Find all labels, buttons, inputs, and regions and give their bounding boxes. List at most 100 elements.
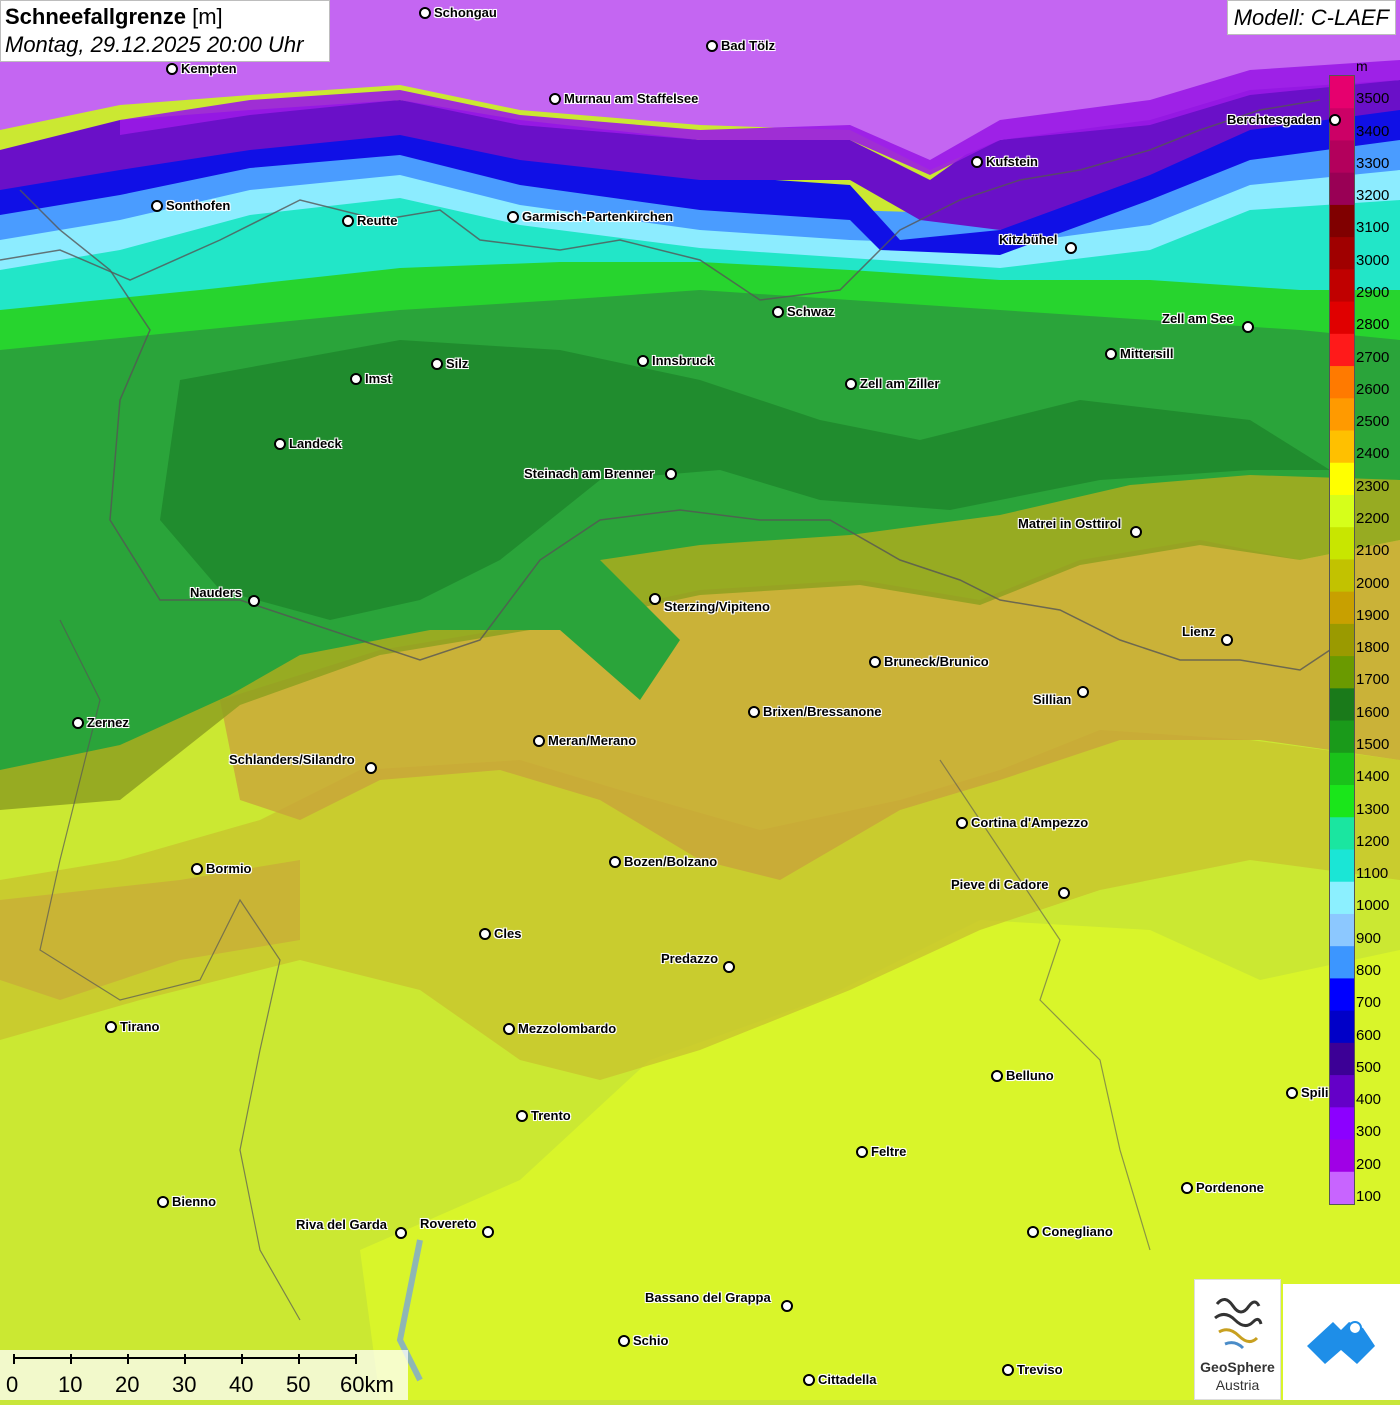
city-label: Predazzo <box>661 951 719 966</box>
legend-swatch-600 <box>1330 1010 1354 1044</box>
city-dot-icon <box>856 1146 868 1158</box>
map-datetime: Montag, 29.12.2025 20:00 Uhr <box>5 32 304 57</box>
city-label: Brixen/Bressanone <box>763 704 882 719</box>
legend-label-600: 600 <box>1356 1026 1382 1044</box>
legend-label-3100: 3100 <box>1356 219 1390 237</box>
scale-label-0: 0 <box>6 1372 19 1397</box>
city-dot-icon <box>845 378 857 390</box>
city-label: Silz <box>446 356 469 371</box>
legend-label-2800: 2800 <box>1356 316 1390 334</box>
legend-label-200: 200 <box>1356 1155 1382 1173</box>
scale-label-40: 40 <box>229 1372 254 1397</box>
city-label: Bassano del Grappa <box>645 1290 771 1305</box>
city-label: Mittersill <box>1120 346 1174 361</box>
legend-label-2700: 2700 <box>1356 348 1390 366</box>
legend-label-1900: 1900 <box>1356 606 1390 624</box>
legend-label-1000: 1000 <box>1356 897 1390 915</box>
city-label: Kempten <box>181 61 237 76</box>
city-label: Schongau <box>434 5 497 20</box>
city-dot-icon <box>1181 1182 1193 1194</box>
city-dot-icon <box>419 7 431 19</box>
legend-swatch-300 <box>1330 1107 1354 1141</box>
city-label: Cittadella <box>818 1372 877 1387</box>
legend-swatch-2000 <box>1330 559 1354 593</box>
city-label: Bienno <box>172 1194 217 1209</box>
city-label: Treviso <box>1017 1362 1063 1377</box>
city-dot-icon <box>1077 686 1089 698</box>
city-dot-icon <box>365 762 377 774</box>
city-label: Kufstein <box>986 154 1038 169</box>
city-label: Nauders <box>190 585 243 600</box>
city-dot-icon <box>166 63 178 75</box>
city-label: Bad Tölz <box>721 38 776 53</box>
geosphere-logo[interactable]: GeoSphere Austria <box>1194 1279 1281 1400</box>
city-dot-icon <box>1221 634 1233 646</box>
app-logo[interactable] <box>1283 1284 1400 1400</box>
legend-swatch-100 <box>1330 1171 1354 1204</box>
city-dot-icon <box>151 200 163 212</box>
legend-label-500: 500 <box>1356 1058 1382 1076</box>
city-label: Schlanders/Silandro <box>229 752 355 767</box>
scale-label-60km: 60km <box>340 1372 394 1397</box>
city-label: Pieve di Cadore <box>951 877 1049 892</box>
city-dot-icon <box>1105 348 1117 360</box>
city-label: Mezzolombardo <box>518 1021 617 1036</box>
legend-swatch-400 <box>1330 1075 1354 1108</box>
legend-swatch-1700 <box>1330 656 1354 689</box>
city-dot-icon <box>482 1226 494 1238</box>
legend-label-1200: 1200 <box>1356 832 1390 850</box>
legend-swatch-2200 <box>1330 494 1354 528</box>
legend-label-1300: 1300 <box>1356 800 1390 818</box>
legend-swatch-1600 <box>1330 688 1354 722</box>
legend-label-800: 800 <box>1356 961 1382 979</box>
title-box: Schneefallgrenze [m] Montag, 29.12.2025 … <box>0 0 330 62</box>
city-label: Zell am Ziller <box>860 376 940 391</box>
city-dot-icon <box>1065 242 1077 254</box>
city-dot-icon <box>431 358 443 370</box>
city-dot-icon <box>1242 321 1254 333</box>
city-dot-icon <box>395 1227 407 1239</box>
city-dot-icon <box>1329 114 1341 126</box>
legend-swatch-2500 <box>1330 398 1354 432</box>
city-label: Garmisch-Partenkirchen <box>522 209 674 224</box>
legend-swatch-1400 <box>1330 752 1354 786</box>
city-dot-icon <box>649 593 661 605</box>
city-dot-icon <box>1286 1087 1298 1099</box>
legend-label-300: 300 <box>1356 1123 1382 1141</box>
city-dot-icon <box>956 817 968 829</box>
city-dot-icon <box>618 1335 630 1347</box>
city-label: Sterzing/Vipiteno <box>664 599 770 614</box>
city-dot-icon <box>1058 887 1070 899</box>
legend-label-1800: 1800 <box>1356 639 1390 657</box>
geosphere-emblem-icon <box>1214 1298 1263 1350</box>
city-dot-icon <box>549 93 561 105</box>
city-label: Sonthofen <box>166 198 231 213</box>
city-label: Zernez <box>87 715 129 730</box>
city-dot-icon <box>533 735 545 747</box>
legend-swatch-3100 <box>1330 204 1354 238</box>
city-dot-icon <box>105 1021 117 1033</box>
geosphere-logo-line1: GeoSphere <box>1200 1359 1275 1375</box>
city-label: Belluno <box>1006 1068 1054 1083</box>
legend-swatch-800 <box>1330 946 1354 979</box>
legend-swatch-3000 <box>1330 237 1354 270</box>
legend-swatch-1100 <box>1330 849 1354 883</box>
city-dot-icon <box>1002 1364 1014 1376</box>
city-label: Cles <box>494 926 522 941</box>
city-dot-icon <box>609 856 621 868</box>
city-label: Murnau am Staffelsee <box>564 91 699 106</box>
app-logo-icon <box>1307 1321 1375 1364</box>
legend-label-1500: 1500 <box>1356 735 1390 753</box>
legend-label-2000: 2000 <box>1356 574 1390 592</box>
scale-label-50: 50 <box>286 1372 311 1397</box>
city-dot-icon <box>1027 1226 1039 1238</box>
city-label: Meran/Merano <box>548 733 637 748</box>
city-dot-icon <box>507 211 519 223</box>
city-dot-icon <box>803 1374 815 1386</box>
city-label: Kitzbühel <box>999 232 1058 247</box>
legend-label-2100: 2100 <box>1356 542 1390 560</box>
model-label: Modell: C-LAEF <box>1226 0 1396 35</box>
city-label: Pordenone <box>1196 1180 1264 1195</box>
legend-swatch-900 <box>1330 913 1354 947</box>
legend-label-100: 100 <box>1356 1187 1382 1205</box>
